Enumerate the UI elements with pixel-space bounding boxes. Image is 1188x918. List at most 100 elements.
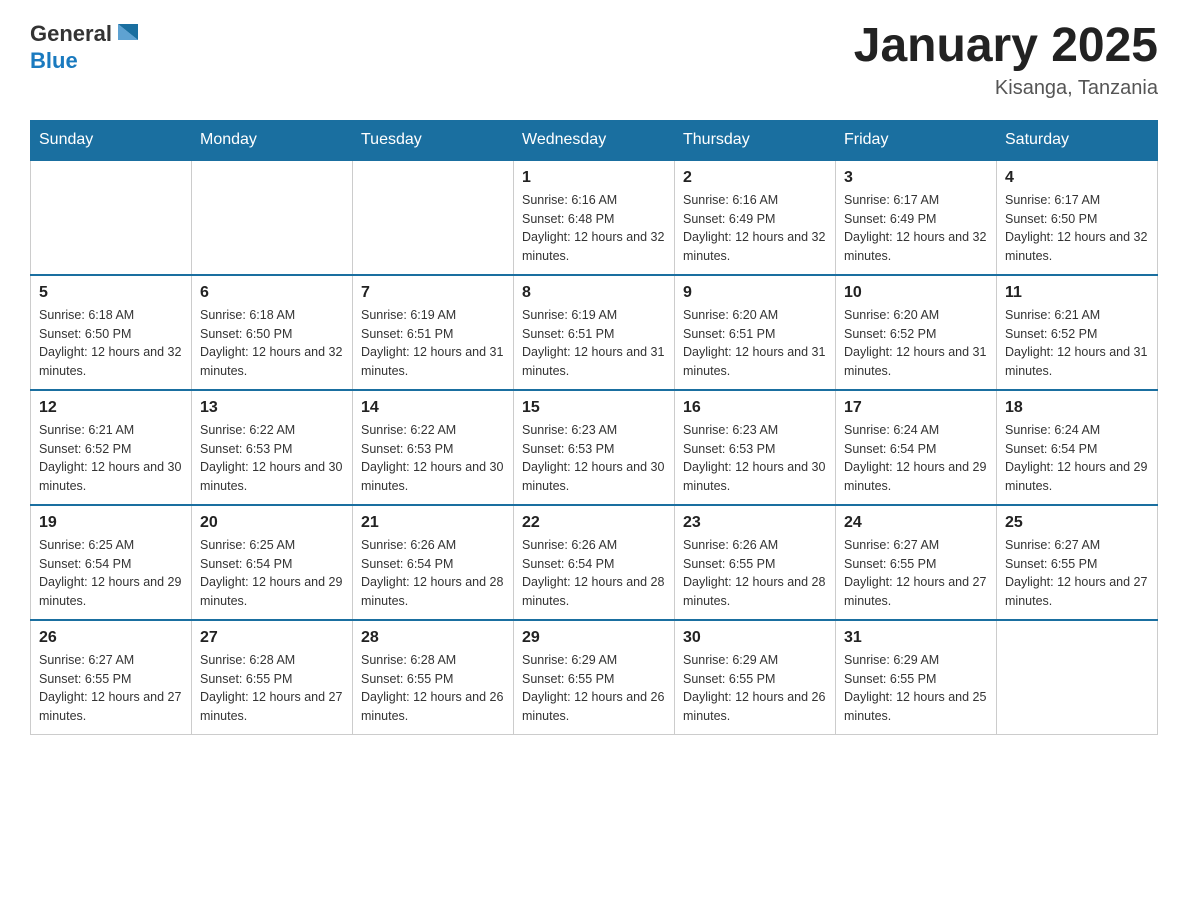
calendar-header-cell: Friday [836,120,997,160]
day-info: Sunrise: 6:28 AMSunset: 6:55 PMDaylight:… [200,651,344,726]
day-number: 21 [361,514,505,532]
day-info: Sunrise: 6:18 AMSunset: 6:50 PMDaylight:… [200,306,344,381]
calendar-day-cell: 21 Sunrise: 6:26 AMSunset: 6:54 PMDayligh… [353,505,514,620]
day-info: Sunrise: 6:26 AMSunset: 6:54 PMDaylight:… [361,536,505,611]
page-header: General Blue January 2025 Kisanga, Tanza… [30,20,1158,100]
day-info: Sunrise: 6:24 AMSunset: 6:54 PMDaylight:… [844,421,988,496]
calendar-day-cell: 28 Sunrise: 6:28 AMSunset: 6:55 PMDayligh… [353,620,514,735]
day-info: Sunrise: 6:21 AMSunset: 6:52 PMDaylight:… [1005,306,1149,381]
calendar-day-cell [31,160,192,275]
day-info: Sunrise: 6:29 AMSunset: 6:55 PMDaylight:… [683,651,827,726]
calendar-header-cell: Thursday [675,120,836,160]
day-info: Sunrise: 6:27 AMSunset: 6:55 PMDaylight:… [1005,536,1149,611]
calendar-day-cell: 11 Sunrise: 6:21 AMSunset: 6:52 PMDayligh… [997,275,1158,390]
day-number: 5 [39,284,183,302]
day-number: 20 [200,514,344,532]
day-info: Sunrise: 6:18 AMSunset: 6:50 PMDaylight:… [39,306,183,381]
calendar-header-cell: Wednesday [514,120,675,160]
day-number: 22 [522,514,666,532]
calendar-day-cell: 18Sunrise: 6:24 AMSunset: 6:54 PMDayligh… [997,390,1158,505]
calendar-day-cell: 19 Sunrise: 6:25 AMSunset: 6:54 PMDayligh… [31,505,192,620]
day-number: 9 [683,284,827,302]
day-number: 2 [683,169,827,187]
logo: General Blue [30,20,142,74]
month-title: January 2025 [854,20,1158,73]
day-info: Sunrise: 6:24 AMSunset: 6:54 PMDaylight:… [1005,421,1149,496]
day-number: 24 [844,514,988,532]
calendar-day-cell: 27Sunrise: 6:28 AMSunset: 6:55 PMDayligh… [192,620,353,735]
day-info: Sunrise: 6:29 AMSunset: 6:55 PMDaylight:… [522,651,666,726]
calendar-day-cell: 14 Sunrise: 6:22 AMSunset: 6:53 PMDayligh… [353,390,514,505]
day-info: Sunrise: 6:16 AMSunset: 6:49 PMDaylight:… [683,191,827,266]
day-number: 29 [522,629,666,647]
day-number: 31 [844,629,988,647]
day-number: 11 [1005,284,1149,302]
day-info: Sunrise: 6:28 AMSunset: 6:55 PMDaylight:… [361,651,505,726]
calendar-day-cell: 10 Sunrise: 6:20 AMSunset: 6:52 PMDayligh… [836,275,997,390]
day-number: 23 [683,514,827,532]
day-info: Sunrise: 6:23 AMSunset: 6:53 PMDaylight:… [522,421,666,496]
day-number: 4 [1005,169,1149,187]
day-number: 10 [844,284,988,302]
calendar-day-cell: 25 Sunrise: 6:27 AMSunset: 6:55 PMDayligh… [997,505,1158,620]
calendar-day-cell: 7 Sunrise: 6:19 AMSunset: 6:51 PMDaylight… [353,275,514,390]
calendar-header-cell: Saturday [997,120,1158,160]
day-number: 19 [39,514,183,532]
day-number: 3 [844,169,988,187]
day-info: Sunrise: 6:25 AMSunset: 6:54 PMDaylight:… [39,536,183,611]
day-info: Sunrise: 6:20 AMSunset: 6:52 PMDaylight:… [844,306,988,381]
calendar-day-cell: 4 Sunrise: 6:17 AMSunset: 6:50 PMDaylight… [997,160,1158,275]
day-number: 14 [361,399,505,417]
location-subtitle: Kisanga, Tanzania [854,77,1158,100]
calendar-week-row: 1Sunrise: 6:16 AMSunset: 6:48 PMDaylight… [31,160,1158,275]
day-info: Sunrise: 6:23 AMSunset: 6:53 PMDaylight:… [683,421,827,496]
day-number: 26 [39,629,183,647]
day-info: Sunrise: 6:27 AMSunset: 6:55 PMDaylight:… [39,651,183,726]
calendar-day-cell: 24 Sunrise: 6:27 AMSunset: 6:55 PMDayligh… [836,505,997,620]
calendar-day-cell [192,160,353,275]
calendar-day-cell: 20 Sunrise: 6:25 AMSunset: 6:54 PMDayligh… [192,505,353,620]
day-info: Sunrise: 6:19 AMSunset: 6:51 PMDaylight:… [522,306,666,381]
calendar-week-row: 5 Sunrise: 6:18 AMSunset: 6:50 PMDaylight… [31,275,1158,390]
calendar-day-cell: 15Sunrise: 6:23 AMSunset: 6:53 PMDayligh… [514,390,675,505]
calendar-week-row: 26 Sunrise: 6:27 AMSunset: 6:55 PMDayligh… [31,620,1158,735]
calendar-day-cell: 26 Sunrise: 6:27 AMSunset: 6:55 PMDayligh… [31,620,192,735]
calendar-header-row: SundayMondayTuesdayWednesdayThursdayFrid… [31,120,1158,160]
calendar-day-cell: 5 Sunrise: 6:18 AMSunset: 6:50 PMDaylight… [31,275,192,390]
day-number: 7 [361,284,505,302]
title-section: January 2025 Kisanga, Tanzania [854,20,1158,100]
day-info: Sunrise: 6:21 AMSunset: 6:52 PMDaylight:… [39,421,183,496]
calendar-day-cell: 31Sunrise: 6:29 AMSunset: 6:55 PMDayligh… [836,620,997,735]
logo-text-general: General [30,21,112,47]
calendar-week-row: 12 Sunrise: 6:21 AMSunset: 6:52 PMDayligh… [31,390,1158,505]
day-number: 16 [683,399,827,417]
calendar-day-cell: 29 Sunrise: 6:29 AMSunset: 6:55 PMDayligh… [514,620,675,735]
calendar-day-cell: 3Sunrise: 6:17 AMSunset: 6:49 PMDaylight… [836,160,997,275]
day-number: 6 [200,284,344,302]
calendar-day-cell [353,160,514,275]
day-info: Sunrise: 6:26 AMSunset: 6:55 PMDaylight:… [683,536,827,611]
day-number: 25 [1005,514,1149,532]
day-info: Sunrise: 6:22 AMSunset: 6:53 PMDaylight:… [361,421,505,496]
day-info: Sunrise: 6:20 AMSunset: 6:51 PMDaylight:… [683,306,827,381]
logo-text-blue: Blue [30,48,78,73]
day-info: Sunrise: 6:16 AMSunset: 6:48 PMDaylight:… [522,191,666,266]
day-info: Sunrise: 6:22 AMSunset: 6:53 PMDaylight:… [200,421,344,496]
day-info: Sunrise: 6:27 AMSunset: 6:55 PMDaylight:… [844,536,988,611]
day-number: 28 [361,629,505,647]
calendar-day-cell: 13Sunrise: 6:22 AMSunset: 6:53 PMDayligh… [192,390,353,505]
day-info: Sunrise: 6:19 AMSunset: 6:51 PMDaylight:… [361,306,505,381]
calendar-day-cell: 1Sunrise: 6:16 AMSunset: 6:48 PMDaylight… [514,160,675,275]
calendar-day-cell: 8Sunrise: 6:19 AMSunset: 6:51 PMDaylight… [514,275,675,390]
calendar-day-cell: 22Sunrise: 6:26 AMSunset: 6:54 PMDayligh… [514,505,675,620]
day-number: 30 [683,629,827,647]
day-info: Sunrise: 6:25 AMSunset: 6:54 PMDaylight:… [200,536,344,611]
day-number: 12 [39,399,183,417]
calendar-header-cell: Monday [192,120,353,160]
day-info: Sunrise: 6:17 AMSunset: 6:50 PMDaylight:… [1005,191,1149,266]
calendar-week-row: 19 Sunrise: 6:25 AMSunset: 6:54 PMDayligh… [31,505,1158,620]
calendar-day-cell: 9 Sunrise: 6:20 AMSunset: 6:51 PMDaylight… [675,275,836,390]
day-number: 17 [844,399,988,417]
calendar-header-cell: Tuesday [353,120,514,160]
calendar-day-cell: 23 Sunrise: 6:26 AMSunset: 6:55 PMDayligh… [675,505,836,620]
